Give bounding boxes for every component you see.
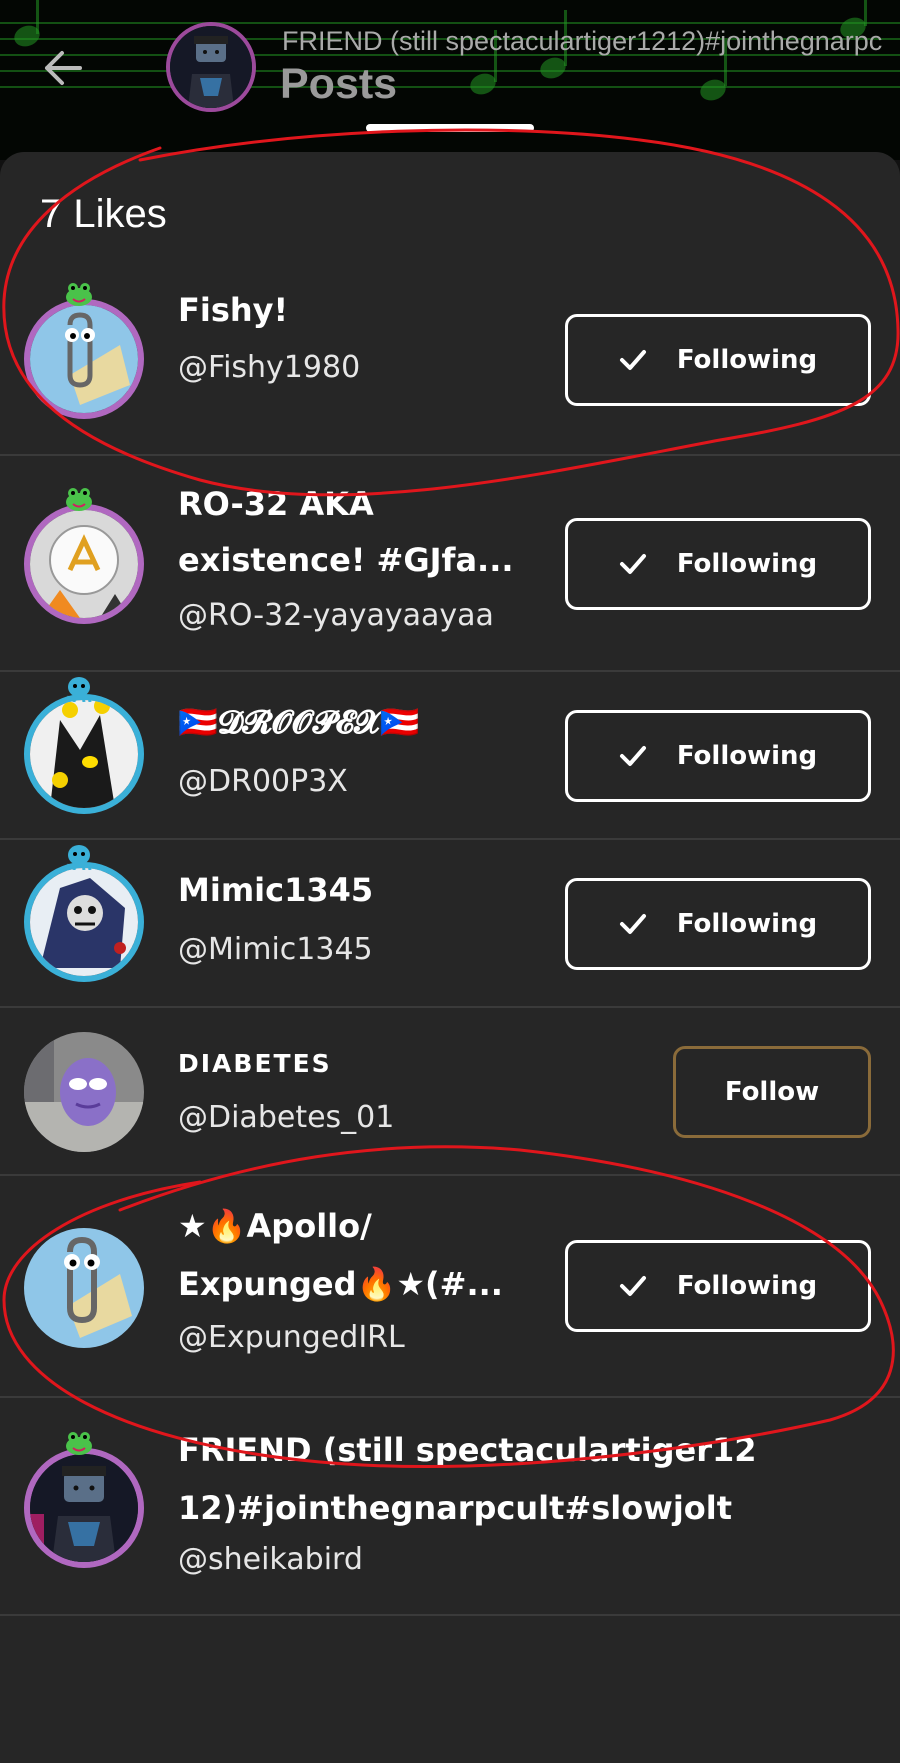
avatar[interactable] [24,283,144,419]
music-note-stem [36,0,39,34]
user-name-line2[interactable]: 12)#jointhegnarpcult#slowjolt [178,1480,818,1536]
sheet-drag-handle[interactable] [366,124,534,132]
page-title: Posts [280,60,398,108]
list-item[interactable]: 🇵🇷𝓓𝓡𝓞𝓞𝓟𝓔𝓧🇵🇷 @DR00P3X Following [0,672,900,840]
checkmark-icon [619,554,646,574]
list-item[interactable]: FRIEND (still spectaculartiger12 12)#joi… [0,1398,900,1616]
user-name[interactable]: FRIEND (still spectaculartiger12 [178,1422,818,1478]
user-handle: @Diabetes_01 [178,1100,395,1135]
header-avatar[interactable] [166,22,256,112]
app-header: FRIEND (still spectaculartiger1212)#join… [0,0,900,160]
list-item[interactable]: RO-32 AKA existence! #GJfa... @RO-32-yay… [0,456,900,672]
user-name[interactable]: RO-32 AKA [178,476,538,532]
checkmark-icon [619,350,646,370]
following-button-label: Following [676,909,818,939]
frog-badge-icon [66,1432,92,1455]
user-name[interactable]: Fishy! [178,282,538,338]
back-button[interactable] [38,44,86,92]
likes-sheet: 7 Likes Fishy! @Fishy1980 Following RO-3… [0,152,900,1763]
list-item[interactable]: ★🔥Apollo/ Expunged🔥★(#... @ExpungedIRL F… [0,1176,900,1398]
frog-badge-icon [66,283,92,306]
list-item[interactable]: Fishy! @Fishy1980 Following [0,262,900,456]
user-handle: @ExpungedIRL [178,1320,405,1355]
following-button[interactable]: Following [565,878,871,970]
music-note-stem [864,0,867,26]
following-button-label: Following [676,741,818,771]
following-button[interactable]: Following [565,1240,871,1332]
user-handle: @sheikabird [178,1542,363,1577]
user-name[interactable]: ★🔥Apollo/ [178,1198,538,1254]
octopus-badge-icon [66,677,92,702]
user-handle: @Mimic1345 [178,932,373,967]
list-item[interactable]: Mimic1345 @Mimic1345 Following [0,840,900,1008]
follow-button[interactable]: Follow [673,1046,871,1138]
following-button[interactable]: Following [565,314,871,406]
checkmark-icon [619,1276,646,1296]
user-name[interactable]: 🇵🇷𝓓𝓡𝓞𝓞𝓟𝓔𝓧🇵🇷 [178,694,538,750]
following-button-label: Following [676,549,818,579]
user-name[interactable]: Mimic1345 [178,862,538,918]
avatar[interactable] [24,1032,144,1152]
user-name-line2[interactable]: Expunged🔥★(#... [178,1256,538,1312]
list-item[interactable]: DIABETES @Diabetes_01 Follow [0,1008,900,1176]
avatar[interactable] [24,1228,144,1348]
following-button[interactable]: Following [565,518,871,610]
following-button-label: Following [676,345,818,375]
header-subtitle: FRIEND (still spectaculartiger1212)#join… [282,26,882,56]
music-staff-line [0,70,900,72]
checkmark-icon [619,914,646,934]
avatar[interactable] [24,1432,144,1568]
avatar[interactable] [24,488,144,624]
arrow-left-icon [45,51,82,85]
following-button-label: Following [676,1271,818,1301]
frog-badge-icon [66,488,92,511]
checkmark-icon [619,746,646,766]
music-staff-line [0,86,900,88]
music-staff-line [0,22,900,24]
following-button[interactable]: Following [565,710,871,802]
user-handle: @RO-32-yayayaayaa [178,598,494,633]
octopus-badge-icon [66,845,92,870]
likes-count: 7 Likes [40,192,167,236]
likes-list: Fishy! @Fishy1980 Following RO-32 AKA ex… [0,262,900,1616]
user-name[interactable]: DIABETES [178,1036,538,1092]
user-handle: @DR00P3X [178,764,348,799]
avatar[interactable] [24,845,144,982]
user-name-line2[interactable]: existence! #GJfa... [178,532,538,588]
avatar[interactable] [24,677,144,814]
user-handle: @Fishy1980 [178,350,361,385]
follow-button-label: Follow [724,1077,820,1107]
